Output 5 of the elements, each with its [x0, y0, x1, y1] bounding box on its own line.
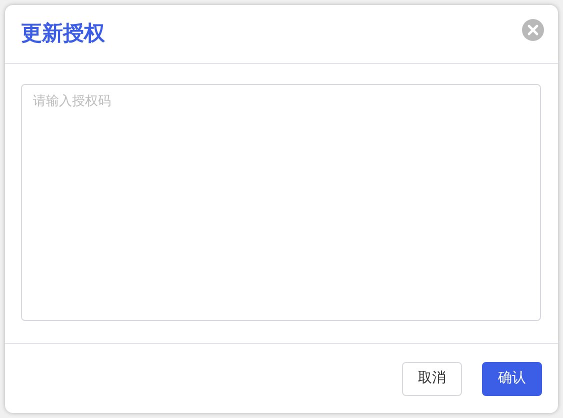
cancel-button[interactable]: 取消	[402, 362, 462, 396]
license-code-field[interactable]: 请输入授权码	[21, 84, 541, 321]
close-icon[interactable]	[522, 19, 544, 41]
confirm-button[interactable]: 确认	[482, 362, 542, 396]
dialog-title: 更新授权	[21, 20, 105, 48]
